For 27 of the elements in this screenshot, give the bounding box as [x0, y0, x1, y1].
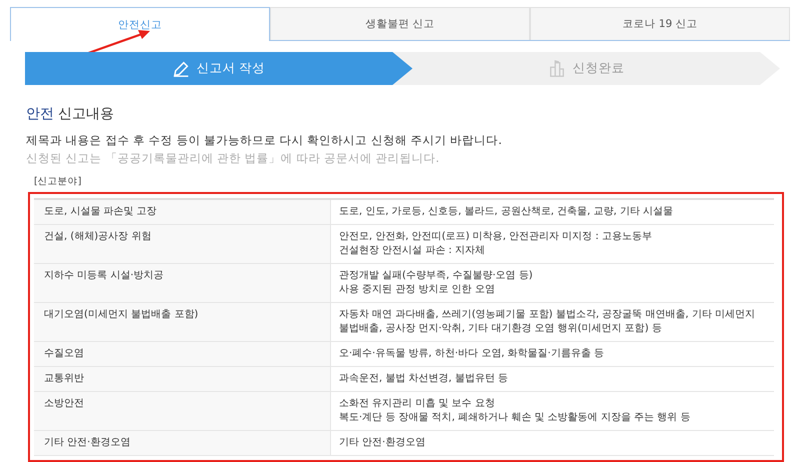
description-cell-text: 도로, 인도, 가로등, 신호등, 볼라드, 공원산책로, 건축물, 교량, 기타 시설물	[338, 205, 674, 219]
category-cell: 지하수 미등록 시설·방치공	[34, 264, 331, 302]
field-label: [신고분야]	[34, 175, 82, 188]
description-cell-text: 오·폐수·유독물 방류, 하천·바다 오염, 화학물질·기름유출 등	[338, 347, 605, 361]
section-title: 신고내용	[58, 106, 114, 122]
building-icon	[548, 60, 566, 78]
section-category: 안전	[26, 106, 54, 122]
category-cell: 수질오염	[34, 342, 331, 366]
tab[interactable]: 생활불편 신고	[270, 7, 530, 40]
description-cell-text: 기타 안전·환경오염	[338, 436, 426, 450]
category-cell: 기타 안전·환경오염	[34, 431, 331, 455]
description-cell-text: 관정개발 실패(수량부족, 수질불량·오염 등) 사용 중지된 관정 방치로 인한 오염	[338, 269, 534, 297]
category-cell: 소방안전	[34, 392, 331, 430]
notice-text: 제목과 내용은 접수 후 수정 등이 불가능하므로 다시 확인하시고 신청해 주시기 바랍니다.	[26, 133, 503, 148]
category-cell: 도로, 시설물 파손및 고장	[34, 200, 331, 224]
description-cell-text: 자동차 매연 과다배출, 쓰레기(영농폐기물 포함) 불법소각, 공장굴뚝 매연배출, 기타 미세먼지 불법배출, 공사장 먼지·악취, 기타 대기환경 오염 행위(미세먼지 포함) 등	[338, 308, 756, 336]
pencil-icon	[172, 60, 190, 78]
description-cell-text: 과속운전, 불법 차선변경, 불법유턴 등	[338, 372, 510, 386]
step-label: 신고서 작성	[196, 60, 266, 77]
notice-subtext: 신청된 신고는 「공공기록물관리에 관한 법률」에 따라 공문서에 관리됩니다.	[26, 151, 440, 166]
tab[interactable]: 코로나 19 신고	[530, 7, 790, 40]
category-cell: 대기오염(미세먼지 불법배출 포함)	[34, 303, 331, 341]
description-cell-text: 안전모, 안전화, 안전띠(로프) 미착용, 안전관리자 미지정 : 고용노동부 건설현장 안전시설 파손 : 지자체	[338, 230, 653, 258]
category-cell: 교통위반	[34, 367, 331, 391]
step-label: 신청완료	[572, 60, 624, 77]
category-cell: 건설, (해체)공사장 위험	[34, 225, 331, 263]
description-cell-text: 소화전 유지관리 미흡 및 보수 요청 복도·계단 등 장애물 적치, 폐쇄하거나 훼손 및 소방활동에 지장을 주는 행위 등	[338, 397, 692, 425]
